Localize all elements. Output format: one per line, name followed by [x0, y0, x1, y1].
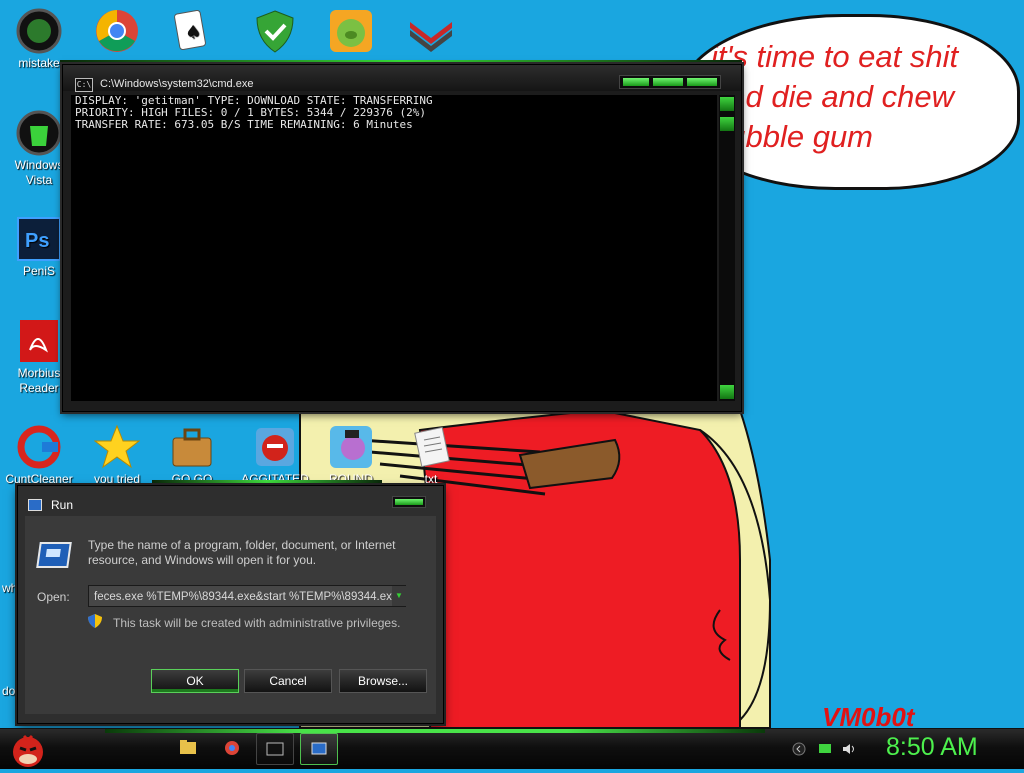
partial-desktop-label: do [2, 684, 16, 698]
taskbar-chrome-button[interactable] [214, 733, 250, 763]
desktop-icon-briefcase[interactable]: GO GO [153, 424, 231, 487]
close-icon [395, 499, 423, 505]
browse-button[interactable]: Browse... [339, 669, 427, 693]
recycle-bin-icon [16, 110, 62, 156]
text-document-icon [408, 424, 454, 470]
maximize-button[interactable] [653, 78, 683, 86]
cmd-icon [266, 742, 284, 756]
ccleaner-icon [16, 424, 62, 470]
run-icon [311, 742, 327, 755]
run-dialog-body: Type the name of a program, folder, docu… [25, 516, 436, 714]
desktop-icon-bad-piggies[interactable] [312, 8, 390, 56]
shield-icon [252, 8, 298, 54]
bad-piggies-icon [328, 8, 374, 54]
desktop-icon-text-document[interactable]: txt [392, 424, 470, 487]
run-dialog[interactable]: Run Type the name of a program, folder, … [17, 485, 444, 724]
photoshop-icon: Ps [16, 216, 62, 262]
desktop-icon-paradox[interactable] [392, 8, 470, 56]
taskbar-run-button[interactable] [300, 733, 338, 765]
run-program-icon [36, 542, 72, 568]
volume-icon[interactable] [842, 742, 856, 756]
cmd-window[interactable]: C:\ C:\Windows\system32\cmd.exe DISPLAY:… [62, 64, 742, 412]
show-hidden-icons-icon[interactable] [792, 742, 806, 756]
pdf-reader-icon [16, 318, 62, 364]
cmd-scrollbar[interactable] [719, 95, 735, 401]
taskbar [0, 728, 1024, 769]
cmd-app-icon: C:\ [75, 78, 93, 92]
folder-icon [180, 740, 196, 754]
svg-text:♠: ♠ [185, 22, 201, 43]
chrome-icon [225, 741, 239, 755]
briefcase-icon [169, 424, 215, 470]
cmd-console-output[interactable]: DISPLAY: 'getitman' TYPE: DOWNLOAD STATE… [71, 95, 717, 401]
run-title-icon [28, 499, 42, 511]
cmd-titlebar[interactable]: C:\ C:\Windows\system32\cmd.exe [63, 65, 741, 92]
scroll-thumb[interactable] [720, 117, 734, 131]
taskbar-explorer-button[interactable] [170, 733, 206, 763]
minimize-button[interactable] [623, 78, 649, 86]
uac-shield-icon [88, 614, 102, 628]
run-dialog-title: Run [51, 498, 74, 512]
open-label: Open: [37, 590, 70, 604]
desktop-icon-angry-birds-rio[interactable]: ROUND [312, 424, 390, 487]
open-command-input[interactable]: feces.exe %TEMP%\89344.exe&start %TEMP%\… [88, 585, 406, 607]
start-button[interactable] [6, 730, 50, 768]
angry-bird-start-icon [13, 734, 43, 767]
partial-desktop-label: wh [2, 581, 18, 595]
angry-birds-rio-icon [328, 424, 374, 470]
desktop-icon-chrome[interactable] [78, 8, 156, 56]
chrome-icon [94, 8, 140, 54]
solitaire-icon: ♠ [169, 8, 215, 54]
speech-bubble-text: it's time to eat shit and die and chew b… [711, 39, 959, 154]
desktop-icon-star[interactable]: you tried [78, 424, 156, 487]
svg-text:Ps: Ps [25, 230, 49, 252]
chevron-down-icon[interactable]: ▼ [392, 586, 406, 606]
desktop-icon-security[interactable] [236, 8, 314, 56]
mistake-icon [16, 8, 62, 54]
close-button[interactable] [687, 78, 717, 86]
run-description: Type the name of a program, folder, docu… [88, 538, 396, 567]
ok-button[interactable]: OK [151, 669, 239, 693]
paradox-icon [408, 8, 454, 54]
desktop-icon-ccleaner[interactable]: CuntCleaner [0, 424, 78, 487]
scroll-down-arrow-icon[interactable] [720, 385, 734, 399]
admin-privileges-note: This task will be created with administr… [113, 616, 401, 630]
angry-birds-icon [252, 424, 298, 470]
console-line: TRANSFER RATE: 673.05 B/S TIME REMAINING… [75, 118, 413, 131]
star-icon [93, 424, 141, 470]
taskbar-cmd-button[interactable] [256, 733, 294, 765]
run-close-button[interactable] [392, 496, 426, 508]
network-icon[interactable] [818, 742, 832, 756]
desktop-icon-solitaire[interactable]: ♠ [153, 8, 231, 56]
cancel-button[interactable]: Cancel [244, 669, 332, 693]
desktop-icon-angry-birds[interactable]: AGGITATED [236, 424, 314, 487]
cmd-window-title: C:\Windows\system32\cmd.exe [100, 78, 254, 90]
cmd-window-controls [619, 75, 721, 89]
scroll-up-arrow-icon[interactable] [720, 97, 734, 111]
taskbar-clock[interactable]: 8:50 AM [886, 733, 978, 762]
